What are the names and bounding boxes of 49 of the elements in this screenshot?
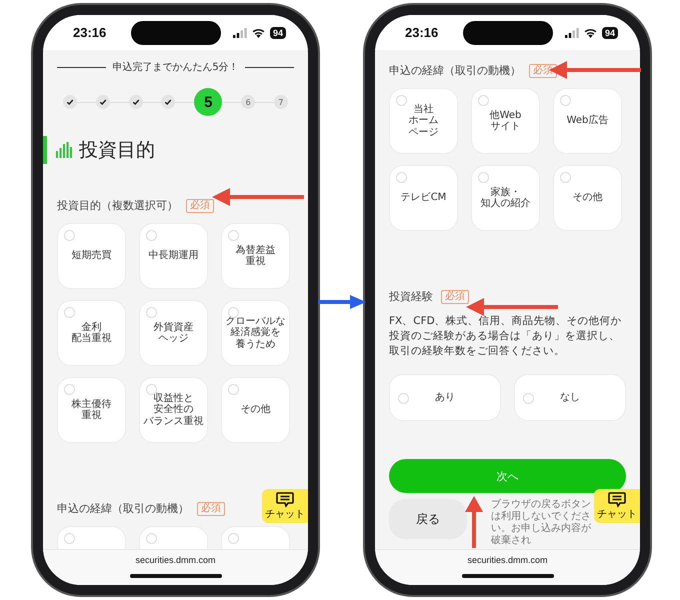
bar-chart-icon	[56, 142, 73, 158]
option-card[interactable]: Web広告	[553, 88, 622, 154]
url-text: securities.dmm.com	[467, 555, 548, 565]
section-label: 投資目的（複数選択可）	[57, 198, 178, 213]
section-label: 申込の経緯（取引の動機）	[389, 63, 521, 78]
status-time: 23:16	[73, 25, 106, 40]
signal-icon	[564, 28, 579, 38]
progress-caption: 申込完了までかんたん5分！	[112, 60, 239, 74]
option-card[interactable]: 当社 ホーム ページ	[389, 88, 458, 154]
section-label: 申込の経緯（取引の動機）	[57, 501, 189, 516]
battery-level: 94	[270, 26, 286, 38]
option-card[interactable]: 株主優待 重視	[57, 377, 126, 443]
required-badge: 必須	[441, 290, 469, 304]
warning-note: ブラウザの戻るボタンは利用しないでください。お申し込み内容が破棄され	[491, 499, 592, 547]
signal-icon	[232, 28, 247, 38]
back-button[interactable]: 戻る	[389, 499, 467, 539]
option-card[interactable]: テレビCM	[389, 165, 458, 231]
chat-bubble-icon	[276, 492, 294, 508]
option-card[interactable]: その他	[553, 165, 622, 231]
option-card[interactable]: その他	[221, 377, 290, 443]
chat-bubble-icon	[608, 492, 626, 508]
option-card[interactable]: 為替差益 重視	[221, 223, 290, 289]
accent-bar	[43, 136, 47, 164]
option-card[interactable]: 中長期運用	[139, 223, 208, 289]
option-card[interactable]: 短期売買	[57, 223, 126, 289]
step-number: 5	[194, 88, 222, 116]
option-card[interactable]: 金利 配当重視	[57, 300, 126, 366]
step-number: 6	[241, 95, 256, 109]
option-card[interactable]: あり	[389, 374, 501, 421]
status-time: 23:16	[405, 25, 438, 40]
option-card[interactable]: 他Web サイト	[471, 88, 540, 154]
chat-button[interactable]: チャット	[262, 489, 308, 523]
chat-button[interactable]: チャット	[594, 489, 640, 523]
battery-level: 94	[602, 26, 618, 38]
page-title: 投資目的	[79, 138, 155, 163]
required-badge: 必須	[186, 198, 214, 212]
required-badge: 必須	[197, 502, 225, 516]
wifi-icon	[252, 28, 265, 38]
wifi-icon	[584, 28, 597, 38]
step-number: 7	[274, 95, 288, 109]
option-card[interactable]: 家族・ 知人の紹介	[471, 165, 540, 231]
option-card[interactable]: 収益性と 安全性の バランス重視	[139, 377, 208, 443]
section-description: FX、CFD、株式、信用、商品先物、その他何か投資のご経験がある場合は「あり」を選択し、取引の経験年数をご回答ください。	[389, 314, 623, 359]
arrow	[465, 496, 483, 548]
section-label: 投資経験	[389, 289, 433, 304]
option-card[interactable]: なし	[514, 374, 626, 421]
arrow	[318, 294, 366, 310]
url-text: securities.dmm.com	[135, 555, 216, 565]
option-card[interactable]: 外貨資産 ヘッジ	[139, 300, 208, 366]
